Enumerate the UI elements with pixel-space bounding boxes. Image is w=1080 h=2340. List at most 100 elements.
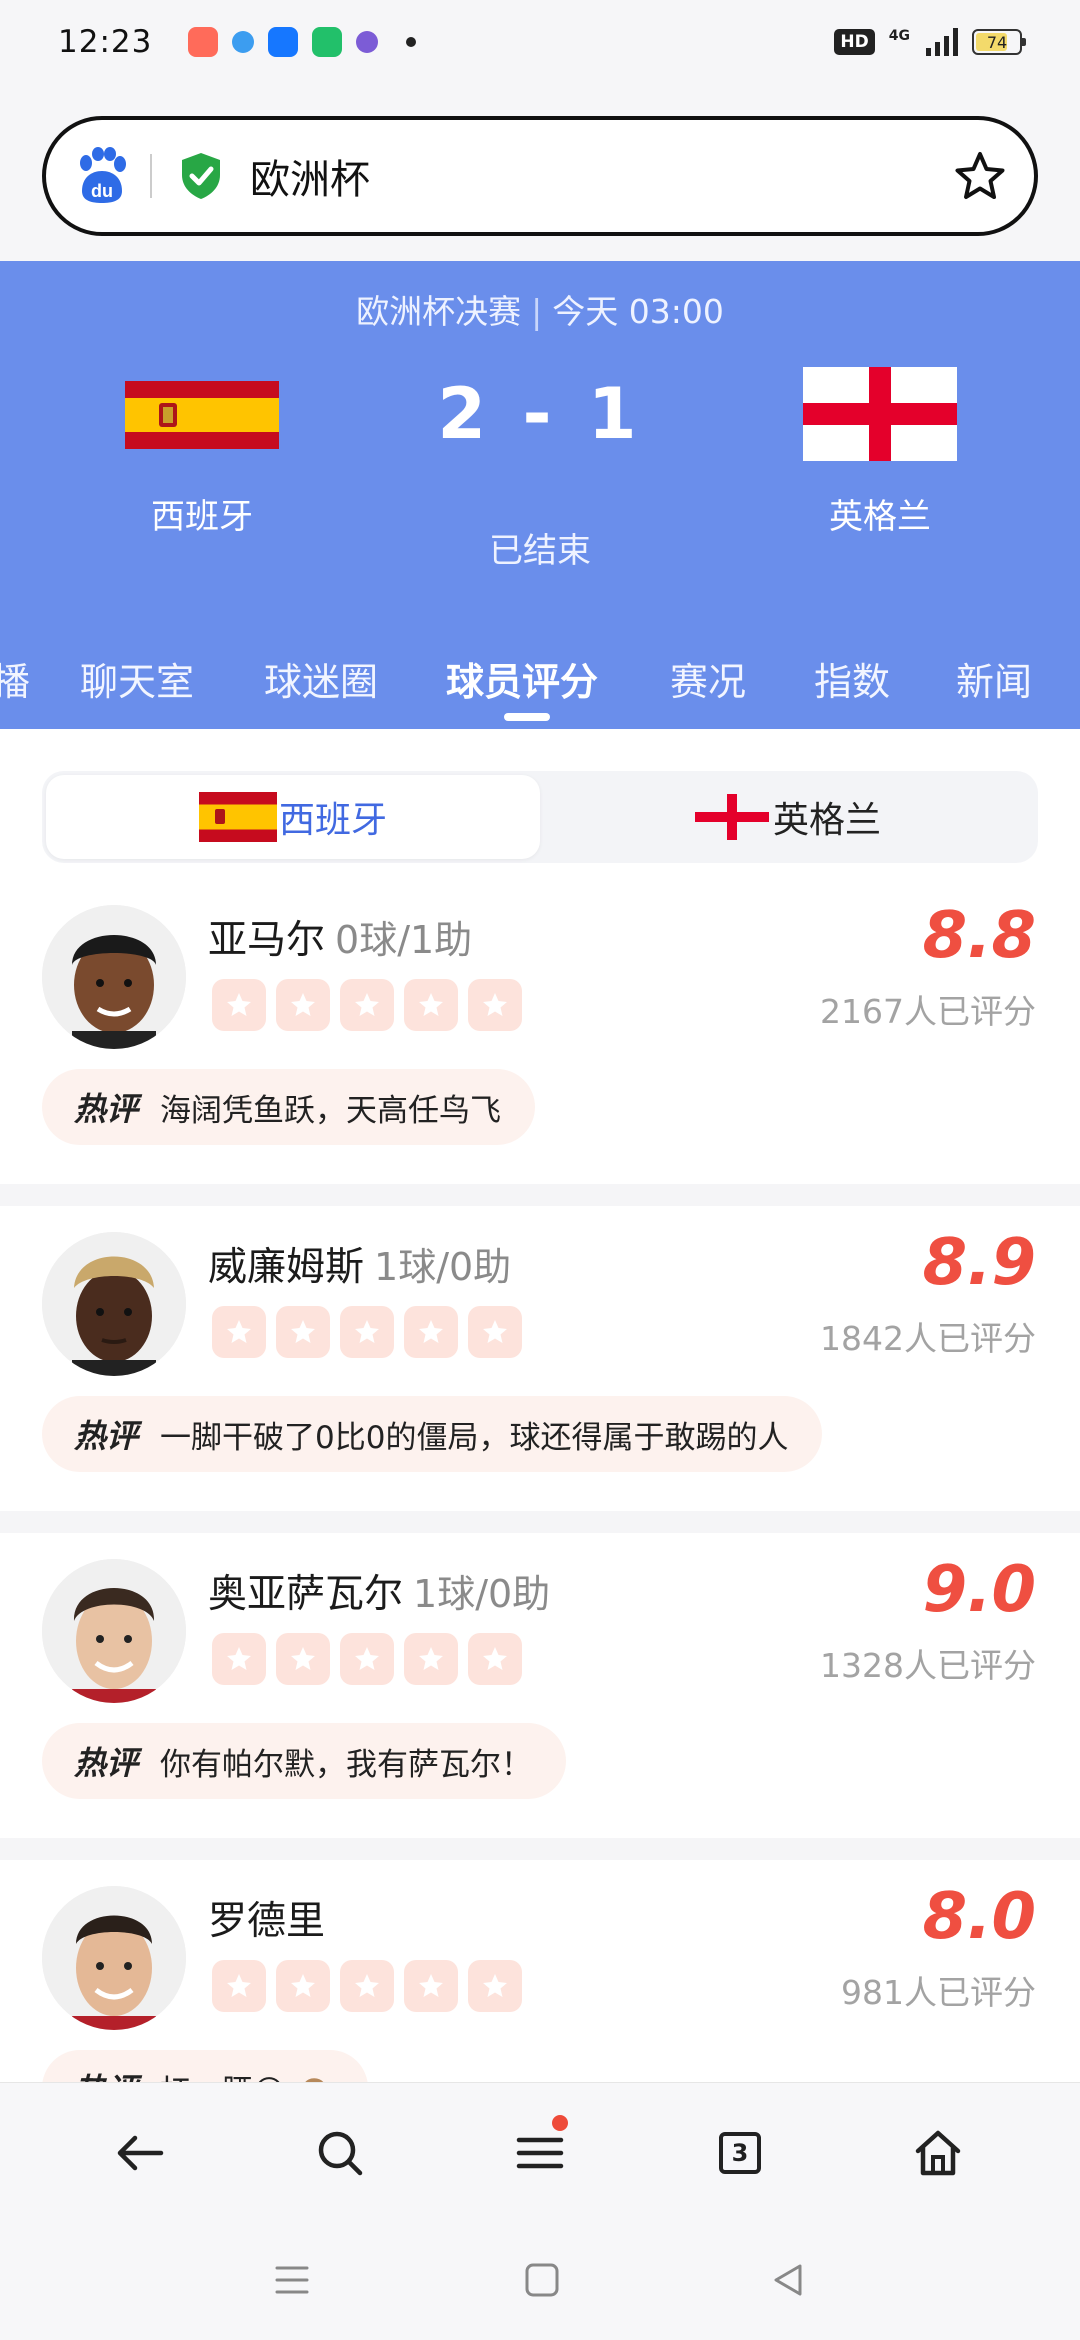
app-notification-icon (356, 31, 379, 53)
bookmark-star-icon[interactable] (954, 151, 1006, 201)
player-card[interactable]: 罗德里 8.0 981人已评分 热评 扛一腰😋 🙈 (0, 1860, 1080, 2082)
hot-comment-text: 扛一腰😋 🙈 (160, 2066, 334, 2083)
star-icon[interactable] (212, 979, 266, 1031)
square-home-icon (525, 2263, 559, 2297)
active-tab-indicator (504, 713, 550, 721)
system-home-button[interactable] (524, 2262, 560, 2302)
player-photo (42, 1886, 186, 2030)
star-icon[interactable] (404, 979, 458, 1031)
star-icon[interactable] (276, 1306, 330, 1358)
player-rating: 9.0 (922, 1553, 1036, 1627)
rating-stars[interactable] (212, 979, 522, 1031)
rating-stars[interactable] (212, 1306, 522, 1358)
svg-text:du: du (91, 181, 113, 201)
player-name: 亚马尔 (208, 918, 326, 963)
baidu-logo-icon: du (80, 147, 126, 203)
rater-count: 1842人已评分 (820, 1319, 1036, 1358)
rating-stars[interactable] (212, 1960, 522, 2012)
star-icon[interactable] (212, 1960, 266, 2012)
team-toggle: 西班牙 英格兰 (42, 771, 1038, 863)
star-icon[interactable] (276, 979, 330, 1031)
player-card[interactable]: 亚马尔 0球/1助 8.8 2167人已评分 热评 海阔凭鱼跃，天高任鸟飞 (0, 879, 1080, 1184)
rating-stars[interactable] (212, 1633, 522, 1685)
star-icon[interactable] (404, 1633, 458, 1685)
player-card[interactable]: 奥亚萨瓦尔 1球/0助 9.0 1328人已评分 热评 你有帕尔默，我有萨瓦尔！ (0, 1533, 1080, 1838)
player-avatar (42, 1232, 186, 1376)
match-tabs: 播 聊天室 球迷圈 球员评分 赛况 指数 新闻 (0, 641, 1080, 729)
star-icon[interactable] (404, 1960, 458, 2012)
search-query[interactable]: 欧洲杯 (250, 147, 370, 205)
home-button[interactable] (908, 2123, 968, 2183)
player-name: 罗德里 (208, 1899, 326, 1944)
system-navigation-bar (0, 2232, 1080, 2340)
star-icon[interactable] (276, 1960, 330, 2012)
england-flag-icon (692, 792, 771, 842)
search-button[interactable] (310, 2123, 370, 2183)
signal-icon (926, 28, 958, 56)
player-avatar (42, 1559, 186, 1703)
menu-button[interactable] (510, 2115, 570, 2183)
match-title: 欧洲杯决赛 | 今天 03:00 (356, 292, 724, 331)
hot-comment-text: 你有帕尔默，我有萨瓦尔！ (160, 1746, 533, 1783)
player-avatar (42, 1886, 186, 2030)
team-toggle-area: 西班牙 英格兰 (0, 729, 1080, 879)
tab-live[interactable]: 播 (0, 651, 30, 706)
tab-fan-circle[interactable]: 球迷圈 (264, 651, 378, 706)
player-name-line: 亚马尔 0球/1助 (208, 909, 472, 965)
recent-apps-icon (275, 2266, 309, 2294)
rater-count: 981人已评分 (841, 1973, 1036, 2012)
player-rating: 8.0 (922, 1880, 1036, 1954)
player-name-line: 罗德里 (208, 1890, 325, 1946)
hot-comment[interactable]: 热评 海阔凭鱼跃，天高任鸟飞 (42, 1069, 536, 1145)
battery-icon: 74 (972, 29, 1026, 55)
tabs-button[interactable]: 3 (710, 2123, 770, 2183)
player-card[interactable]: 威廉姆斯 1球/0助 8.9 1842人已评分 热评 一脚干破了0比0的僵局，球还… (0, 1206, 1080, 1511)
star-icon[interactable] (468, 1306, 522, 1358)
tab-odds[interactable]: 指数 (814, 651, 890, 706)
star-icon[interactable] (468, 979, 522, 1031)
search-bar[interactable]: du 欧洲杯 (42, 116, 1038, 236)
star-icon[interactable] (212, 1306, 266, 1358)
player-name: 奥亚萨瓦尔 (208, 1572, 404, 1617)
search-icon (318, 2131, 363, 2176)
england-flag-icon (803, 367, 957, 461)
search-divider (150, 154, 152, 198)
star-icon[interactable] (468, 1960, 522, 2012)
toggle-england-label: 英格兰 (772, 800, 881, 841)
app-notification-icon (312, 27, 343, 57)
system-back-button[interactable] (770, 2262, 806, 2302)
hot-comment[interactable]: 热评 扛一腰😋 🙈 (42, 2050, 368, 2082)
away-team[interactable]: 英格兰 (770, 367, 990, 538)
toggle-england[interactable]: 英格兰 (540, 775, 1034, 859)
tab-player-ratings[interactable]: 球员评分 (446, 651, 598, 706)
hot-comment-tag: 热评 (74, 2065, 138, 2082)
toggle-spain-label: 西班牙 (278, 800, 387, 841)
star-icon[interactable] (276, 1633, 330, 1685)
hot-comment-tag: 热评 (74, 1744, 139, 1782)
tab-news[interactable]: 新闻 (956, 651, 1032, 706)
recent-apps-button[interactable] (274, 2262, 310, 2302)
spain-flag-icon (198, 792, 277, 842)
menu-notification-dot (552, 2115, 568, 2131)
alipay-icon (268, 27, 299, 57)
star-icon[interactable] (340, 1306, 394, 1358)
network-label: 4G (888, 28, 910, 44)
player-avatar (42, 905, 186, 1049)
app-notification-icon (188, 27, 219, 57)
star-icon[interactable] (212, 1633, 266, 1685)
toggle-spain[interactable]: 西班牙 (46, 775, 540, 859)
star-icon[interactable] (340, 979, 394, 1031)
tab-match-status[interactable]: 赛况 (670, 651, 746, 706)
hot-comment[interactable]: 热评 一脚干破了0比0的僵局，球还得属于敢踢的人 (42, 1396, 823, 1472)
star-icon[interactable] (340, 1633, 394, 1685)
rater-count: 1328人已评分 (820, 1646, 1036, 1685)
star-icon[interactable] (340, 1960, 394, 2012)
away-team-name: 英格兰 (829, 497, 931, 537)
tab-chatroom[interactable]: 聊天室 (80, 651, 194, 706)
back-button[interactable] (110, 2123, 170, 2183)
player-stat: 0球/1助 (335, 918, 473, 962)
star-icon[interactable] (468, 1633, 522, 1685)
hot-comment[interactable]: 热评 你有帕尔默，我有萨瓦尔！ (42, 1723, 567, 1799)
star-icon[interactable] (404, 1306, 458, 1358)
player-photo (42, 1559, 186, 1703)
